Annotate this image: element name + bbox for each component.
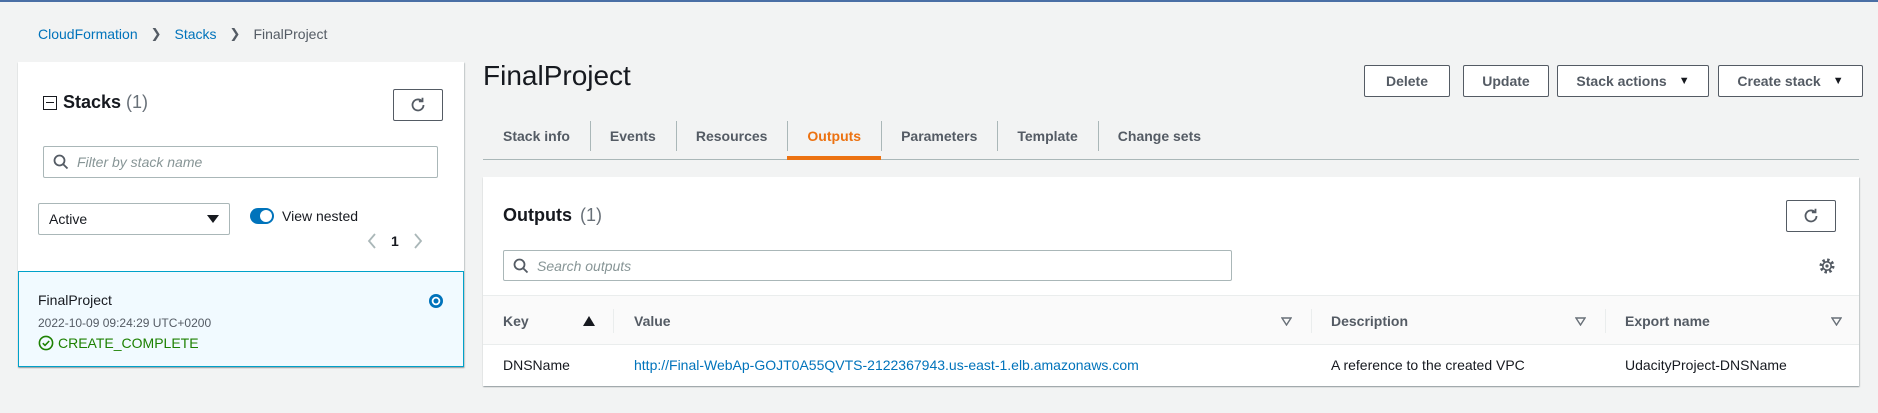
filter-caret-icon[interactable]	[1575, 317, 1586, 326]
stacks-count: (1)	[126, 92, 149, 112]
tab-resources[interactable]: Resources	[675, 114, 788, 158]
view-nested-toggle[interactable]	[250, 208, 274, 224]
radio-selected-icon[interactable]	[428, 293, 444, 309]
tab-change-sets[interactable]: Change sets	[1097, 114, 1221, 158]
refresh-icon	[411, 97, 425, 112]
stack-list-item[interactable]: FinalProject 2022-10-09 09:24:29 UTC+020…	[18, 271, 464, 367]
outputs-table-header: Key Value Description Export name	[483, 295, 1859, 345]
caret-down-icon	[207, 215, 219, 223]
column-header-description[interactable]: Description	[1331, 296, 1408, 346]
status-success-icon	[38, 335, 54, 351]
breadcrumb-cloudformation-link[interactable]: CloudFormation	[38, 26, 138, 42]
output-export-name-cell: UdacityProject-DNSName	[1625, 357, 1787, 373]
column-divider	[1311, 309, 1312, 333]
output-description-cell: A reference to the created VPC	[1331, 357, 1525, 373]
chevron-left-icon[interactable]	[367, 233, 377, 249]
sort-ascending-icon[interactable]	[583, 316, 595, 326]
view-nested-toggle-row: View nested	[250, 203, 358, 229]
breadcrumb-current: FinalProject	[253, 26, 328, 42]
column-divider	[1605, 309, 1606, 333]
chevron-right-icon: ❯	[229, 26, 241, 41]
page-number[interactable]: 1	[391, 233, 399, 249]
stack-filter-placeholder: Filter by stack name	[77, 154, 203, 170]
chevron-right-icon[interactable]	[413, 233, 423, 249]
status-filter-value: Active	[49, 211, 88, 227]
delete-button[interactable]: Delete	[1364, 65, 1450, 97]
pagination: 1	[367, 229, 423, 253]
outputs-title: Outputs	[503, 205, 572, 225]
stack-actions-button[interactable]: Stack actions ▼	[1557, 65, 1709, 97]
outputs-count: (1)	[580, 205, 603, 225]
update-button[interactable]: Update	[1463, 65, 1549, 97]
tab-parameters[interactable]: Parameters	[881, 114, 997, 158]
collapse-icon[interactable]	[43, 95, 57, 110]
stack-filter-input[interactable]: Filter by stack name	[43, 146, 438, 178]
breadcrumb-stacks-link[interactable]: Stacks	[175, 26, 217, 42]
output-key-cell: DNSName	[503, 357, 570, 373]
gear-icon[interactable]	[1818, 257, 1836, 275]
refresh-stacks-button[interactable]	[393, 89, 443, 121]
stacks-panel-header: Stacks (1)	[43, 92, 148, 113]
stacks-panel-title: Stacks	[63, 92, 122, 112]
refresh-outputs-button[interactable]	[1786, 200, 1836, 232]
stack-tabs: Stack info Events Resources Outputs Para…	[483, 114, 1859, 160]
caret-down-icon: ▼	[1832, 75, 1844, 87]
caret-down-icon: ▼	[1678, 75, 1690, 87]
outputs-panel: Outputs (1) Search outputs Key Value Des…	[483, 177, 1859, 386]
outputs-header: Outputs (1)	[503, 205, 602, 226]
column-header-value[interactable]: Value	[634, 296, 671, 346]
tab-outputs[interactable]: Outputs	[787, 114, 881, 160]
stacks-panel: Stacks (1) Filter by stack name Active V…	[18, 62, 464, 367]
tab-stack-info[interactable]: Stack info	[483, 114, 590, 158]
tab-template[interactable]: Template	[997, 114, 1097, 158]
create-stack-button[interactable]: Create stack ▼	[1718, 65, 1863, 97]
stack-timestamp: 2022-10-09 09:24:29 UTC+0200	[38, 316, 212, 330]
column-header-key[interactable]: Key	[503, 296, 529, 346]
refresh-icon	[1804, 208, 1818, 223]
column-header-export-name[interactable]: Export name	[1625, 296, 1710, 346]
search-icon	[53, 154, 69, 170]
search-icon	[513, 258, 529, 273]
output-value-link[interactable]: http://Final-WebAp-GOJT0A55QVTS-21223679…	[634, 345, 1139, 385]
filter-caret-icon[interactable]	[1831, 317, 1842, 326]
stack-status-text: CREATE_COMPLETE	[58, 335, 199, 351]
outputs-search-input[interactable]: Search outputs	[503, 250, 1232, 281]
filter-caret-icon[interactable]	[1281, 317, 1292, 326]
page-title: FinalProject	[483, 60, 631, 91]
outputs-search-placeholder: Search outputs	[537, 257, 632, 274]
stack-name: FinalProject	[38, 292, 112, 308]
status-filter-select[interactable]: Active	[38, 203, 230, 235]
breadcrumb: CloudFormation ❯ Stacks ❯ FinalProject	[38, 24, 327, 44]
column-divider	[613, 309, 614, 333]
chevron-right-icon: ❯	[150, 26, 162, 41]
view-nested-label: View nested	[282, 208, 359, 224]
tab-events[interactable]: Events	[589, 114, 676, 158]
stack-status: CREATE_COMPLETE	[38, 335, 199, 351]
